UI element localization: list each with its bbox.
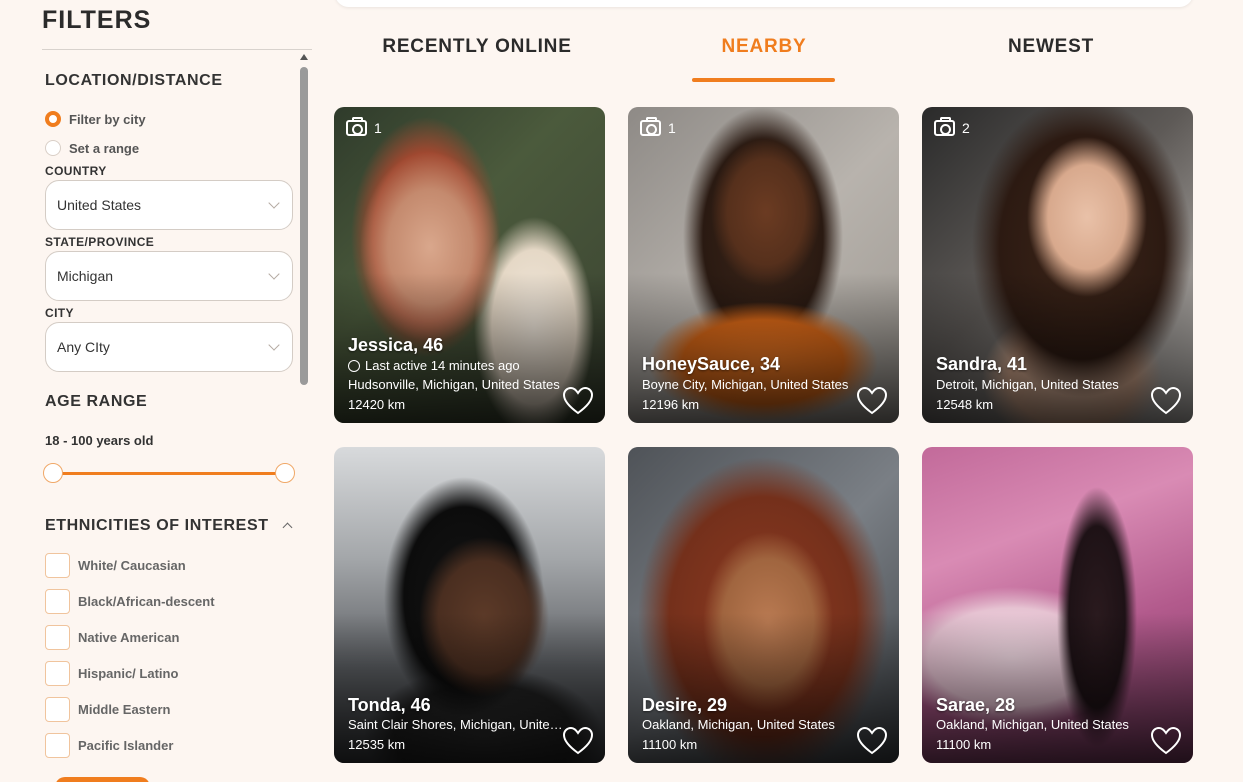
chevron-down-icon: [268, 268, 280, 280]
photo-count-value: 1: [374, 120, 382, 136]
checkbox-row[interactable]: Pacific Islander: [45, 733, 173, 758]
filters-sidebar: FILTERS LOCATION/DISTANCE Filter by city…: [0, 0, 313, 782]
heart-icon[interactable]: [1151, 727, 1181, 755]
search-box: [335, 0, 1193, 7]
profile-card[interactable]: 2 Sandra, 41 Detroit, Michigan, United S…: [922, 107, 1193, 423]
profile-card[interactable]: 1 HoneySauce, 34 Boyne City, Michigan, U…: [628, 107, 899, 423]
checkbox-row[interactable]: White/ Caucasian: [45, 553, 186, 578]
checkbox[interactable]: [45, 625, 70, 650]
photo-count-value: 2: [962, 120, 970, 136]
profile-location: Oakland, Michigan, United States: [936, 717, 1129, 732]
age-heading: AGE RANGE: [45, 393, 148, 410]
clock-icon: [348, 359, 360, 372]
last-active: Last active 14 minutes ago: [348, 358, 520, 373]
profile-name: Sandra, 41: [936, 354, 1028, 374]
profile-distance: 11100 km: [642, 737, 698, 752]
profile-card[interactable]: Sarae, 28 Oakland, Michigan, United Stat…: [922, 447, 1193, 763]
age-slider-track[interactable]: [53, 472, 285, 475]
photo-count: 1: [346, 117, 382, 136]
state-label: STATE/PROVINCE: [45, 235, 155, 249]
checkbox-row[interactable]: Middle Eastern: [45, 697, 170, 722]
country-value: United States: [57, 197, 142, 213]
ethnicities-heading: ETHNICITIES OF INTEREST: [45, 517, 269, 534]
city-value: Any CIty: [57, 339, 110, 355]
state-value: Michigan: [57, 268, 114, 284]
profile-name: Tonda, 46: [348, 695, 431, 715]
sidebar-scrollbar[interactable]: [297, 52, 311, 782]
checkbox-label: Black/African-descent: [78, 594, 215, 609]
checkbox-label: Native American: [78, 630, 180, 645]
state-select[interactable]: Michigan: [45, 251, 293, 301]
age-range-text: 18 - 100 years old: [45, 433, 154, 448]
checkbox-label: Hispanic/ Latino: [78, 666, 179, 681]
checkbox-row[interactable]: Hispanic/ Latino: [45, 661, 178, 686]
city-select[interactable]: Any CIty: [45, 322, 293, 372]
profile-card[interactable]: 1 Jessica, 46 Last active 14 minutes ago…: [334, 107, 605, 423]
profile-distance: 12420 km: [348, 397, 406, 412]
profile-location: Oakland, Michigan, United States: [642, 717, 835, 732]
checkbox[interactable]: [45, 697, 70, 722]
age-slider-max-handle[interactable]: [275, 463, 295, 483]
tab-recently-online[interactable]: RECENTLY ONLINE: [335, 36, 619, 58]
city-label: CITY: [45, 306, 74, 320]
profile-location: Detroit, Michigan, United States: [936, 377, 1119, 392]
profile-distance: 12535 km: [348, 737, 406, 752]
camera-icon: [934, 117, 955, 136]
chevron-up-icon[interactable]: [282, 522, 293, 533]
camera-icon: [346, 117, 367, 136]
profile-name: Sarae, 28: [936, 695, 1016, 715]
radio-selected-icon[interactable]: [45, 111, 61, 127]
active-tab-indicator: [692, 78, 835, 82]
heart-icon[interactable]: [1151, 387, 1181, 415]
profile-card[interactable]: Tonda, 46 Saint Clair Shores, Michigan, …: [334, 447, 605, 763]
profile-name: Jessica, 46: [348, 335, 444, 355]
checkbox[interactable]: [45, 733, 70, 758]
checkbox-label: White/ Caucasian: [78, 558, 186, 573]
scroll-thumb[interactable]: [300, 67, 308, 385]
filters-title: FILTERS: [42, 6, 152, 34]
photo-count: 2: [934, 117, 970, 136]
divider: [42, 49, 312, 50]
profile-distance: 11100 km: [936, 737, 992, 752]
chevron-down-icon: [268, 339, 280, 351]
country-select[interactable]: United States: [45, 180, 293, 230]
heart-icon[interactable]: [563, 387, 593, 415]
tab-nearby[interactable]: NEARBY: [622, 36, 906, 58]
profile-location: Boyne City, Michigan, United States: [642, 377, 849, 392]
checkbox-label: Middle Eastern: [78, 702, 171, 717]
profile-name: HoneySauce, 34: [642, 354, 781, 374]
checkbox-row[interactable]: Black/African-descent: [45, 589, 215, 614]
radio-unselected-icon[interactable]: [45, 140, 61, 156]
camera-icon: [640, 117, 661, 136]
last-active-text: Last active 14 minutes ago: [365, 358, 520, 373]
profile-card[interactable]: Desire, 29 Oakland, Michigan, United Sta…: [628, 447, 899, 763]
photo-count-value: 1: [668, 120, 676, 136]
radio-label: Set a range: [69, 140, 140, 156]
chevron-down-icon: [268, 197, 280, 209]
profile-distance: 12196 km: [642, 397, 700, 412]
country-label: COUNTRY: [45, 164, 107, 178]
radio-filter-by-city[interactable]: Filter by city: [45, 111, 146, 127]
photo-count: 1: [640, 117, 676, 136]
profile-name: Desire, 29: [642, 695, 728, 715]
tab-newest[interactable]: NEWEST: [909, 36, 1193, 58]
checkbox[interactable]: [45, 553, 70, 578]
profile-location: Saint Clair Shores, Michigan, United Sta…: [348, 717, 568, 732]
apply-button[interactable]: [55, 777, 150, 782]
checkbox-row[interactable]: Native American: [45, 625, 179, 650]
checkbox-label: Pacific Islander: [78, 738, 174, 753]
scroll-up-icon[interactable]: [300, 54, 308, 60]
age-slider-min-handle[interactable]: [43, 463, 63, 483]
radio-label: Filter by city: [69, 111, 146, 127]
checkbox[interactable]: [45, 661, 70, 686]
heart-icon[interactable]: [563, 727, 593, 755]
heart-icon[interactable]: [857, 387, 887, 415]
checkbox[interactable]: [45, 589, 70, 614]
profile-distance: 12548 km: [936, 397, 994, 412]
radio-set-range[interactable]: Set a range: [45, 140, 139, 156]
location-heading: LOCATION/DISTANCE: [45, 72, 223, 89]
profile-location: Hudsonville, Michigan, United States: [348, 377, 560, 392]
heart-icon[interactable]: [857, 727, 887, 755]
